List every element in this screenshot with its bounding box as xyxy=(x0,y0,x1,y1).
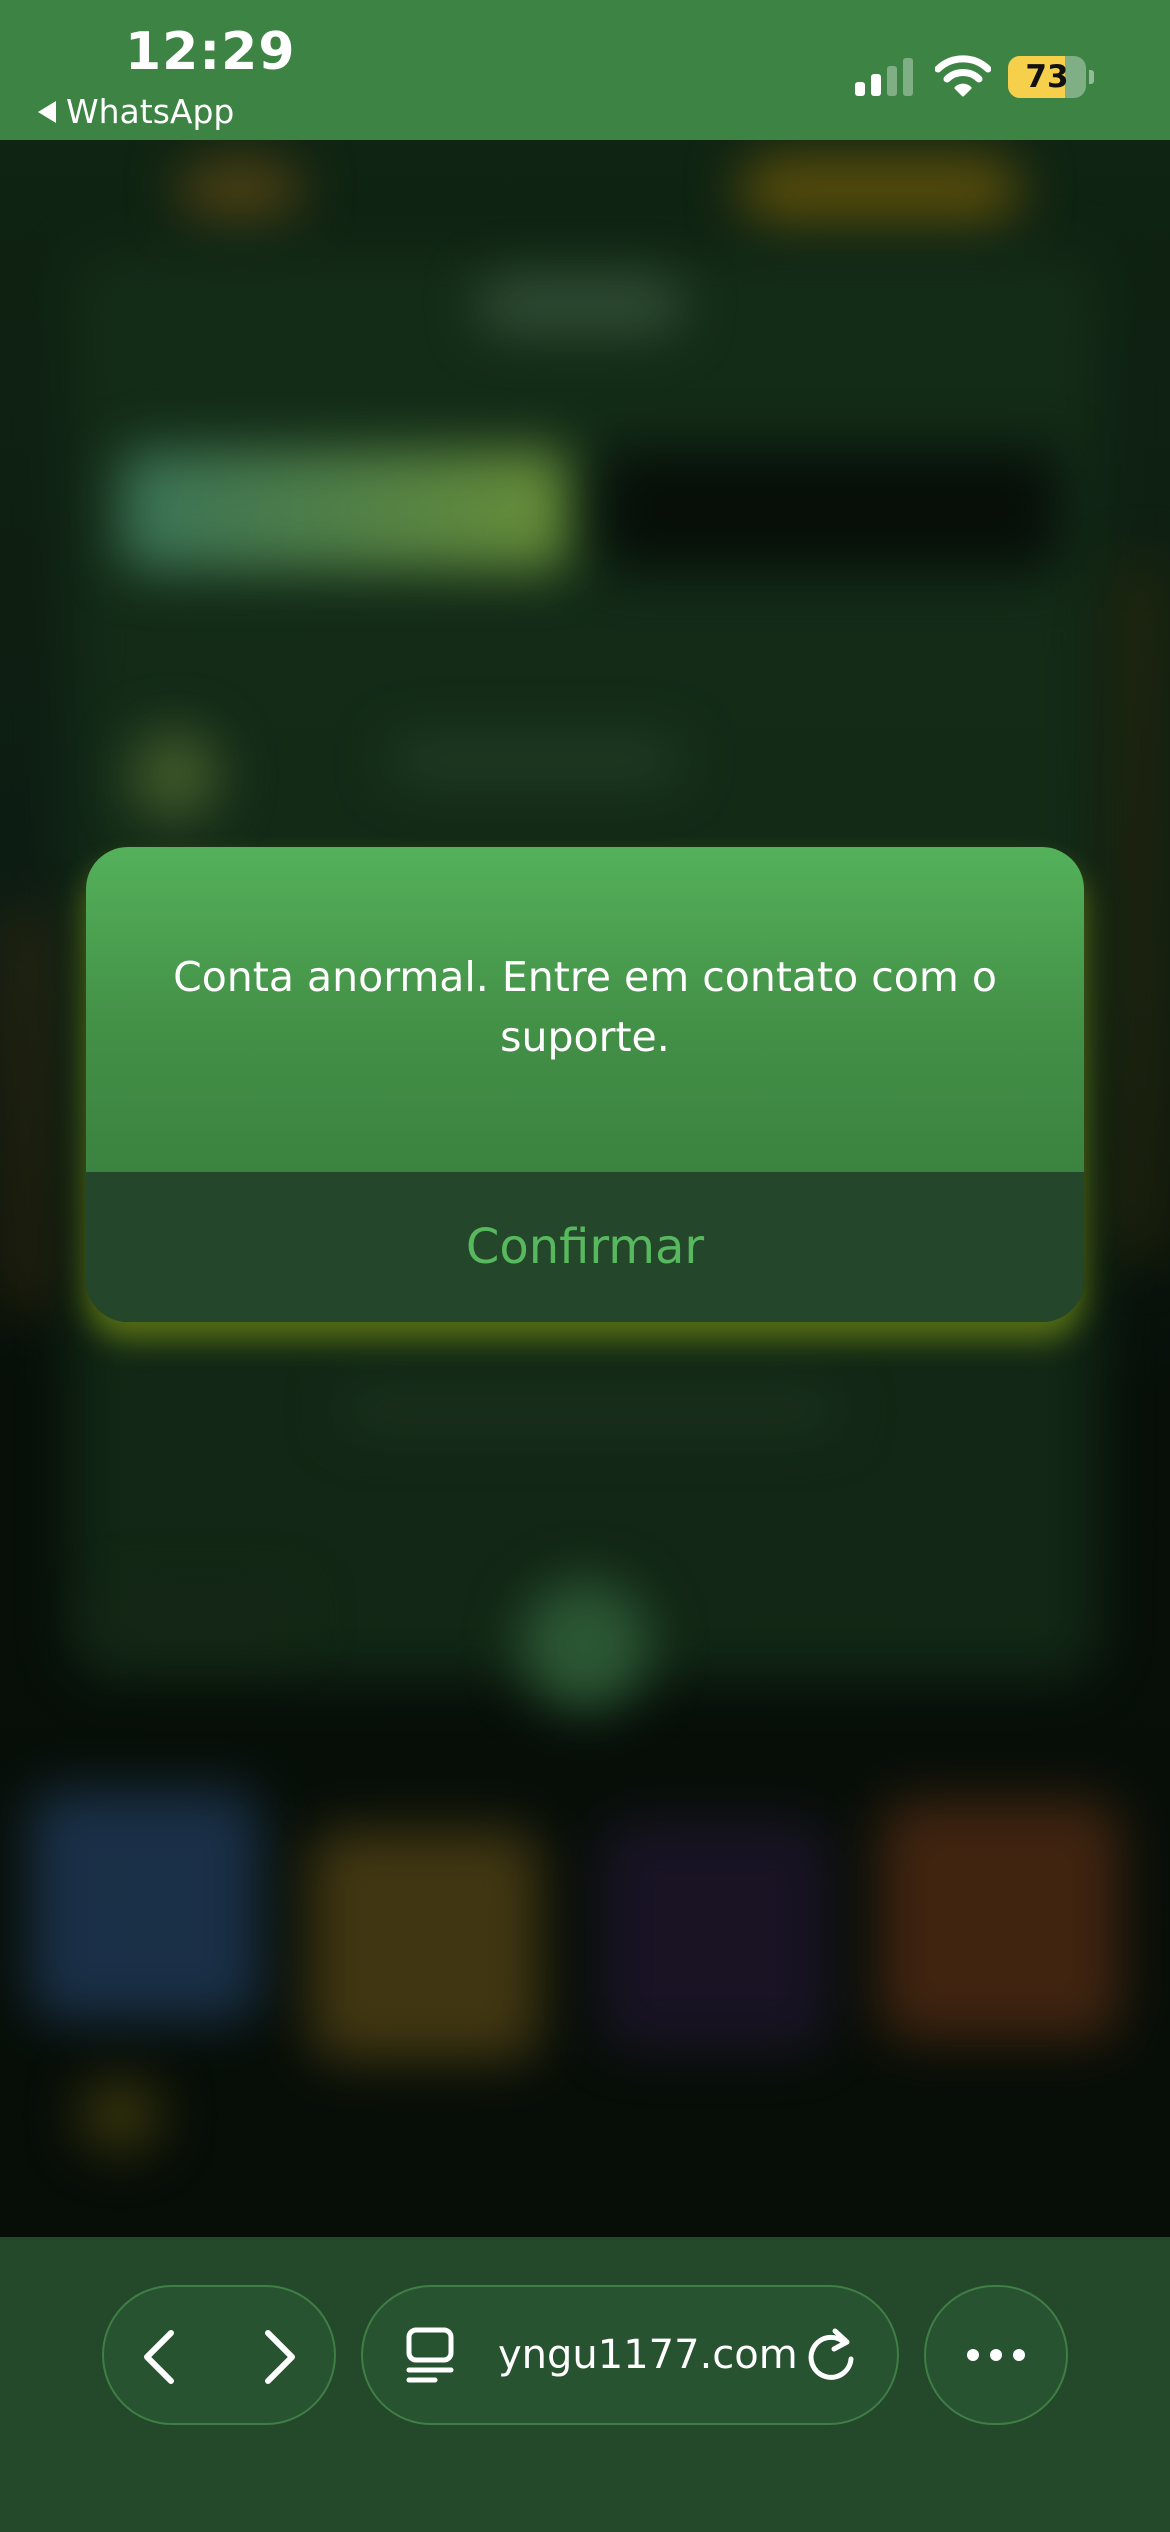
dialog-footer: Confirmar xyxy=(86,1172,1084,1322)
dialog-message: Conta anormal. Entre em contato com o su… xyxy=(173,953,997,1061)
wifi-icon xyxy=(935,55,991,97)
address-bar[interactable]: yngu1177.com xyxy=(361,2285,899,2425)
battery-level: 73 xyxy=(1025,59,1069,95)
more-dots-icon xyxy=(967,2349,1025,2361)
back-to-app-link[interactable]: WhatsApp xyxy=(38,92,234,131)
back-app-label: WhatsApp xyxy=(66,92,235,131)
forward-button[interactable] xyxy=(221,2287,338,2423)
browser-toolbar: yngu1177.com xyxy=(0,2237,1170,2532)
more-button[interactable] xyxy=(924,2285,1068,2425)
battery-nub xyxy=(1089,70,1094,84)
back-arrow-icon xyxy=(38,100,56,123)
url-text: yngu1177.com xyxy=(498,2332,798,2378)
status-bar: 12:29 WhatsApp 73 xyxy=(0,0,1170,140)
clock: 12:29 xyxy=(125,22,296,82)
tabs-icon[interactable] xyxy=(405,2327,455,2383)
cellular-signal-icon xyxy=(855,58,915,96)
alert-dialog: Conta anormal. Entre em contato com o su… xyxy=(86,847,1084,1322)
reload-icon[interactable] xyxy=(805,2325,861,2385)
chevron-left-icon xyxy=(144,2330,174,2384)
battery-icon: 73 xyxy=(1008,56,1086,98)
back-button[interactable] xyxy=(104,2287,221,2423)
chevron-right-icon xyxy=(265,2330,295,2384)
navigation-pill xyxy=(102,2285,336,2425)
confirm-button[interactable]: Confirmar xyxy=(86,1172,1084,1322)
dialog-body: Conta anormal. Entre em contato com o su… xyxy=(86,847,1084,1172)
